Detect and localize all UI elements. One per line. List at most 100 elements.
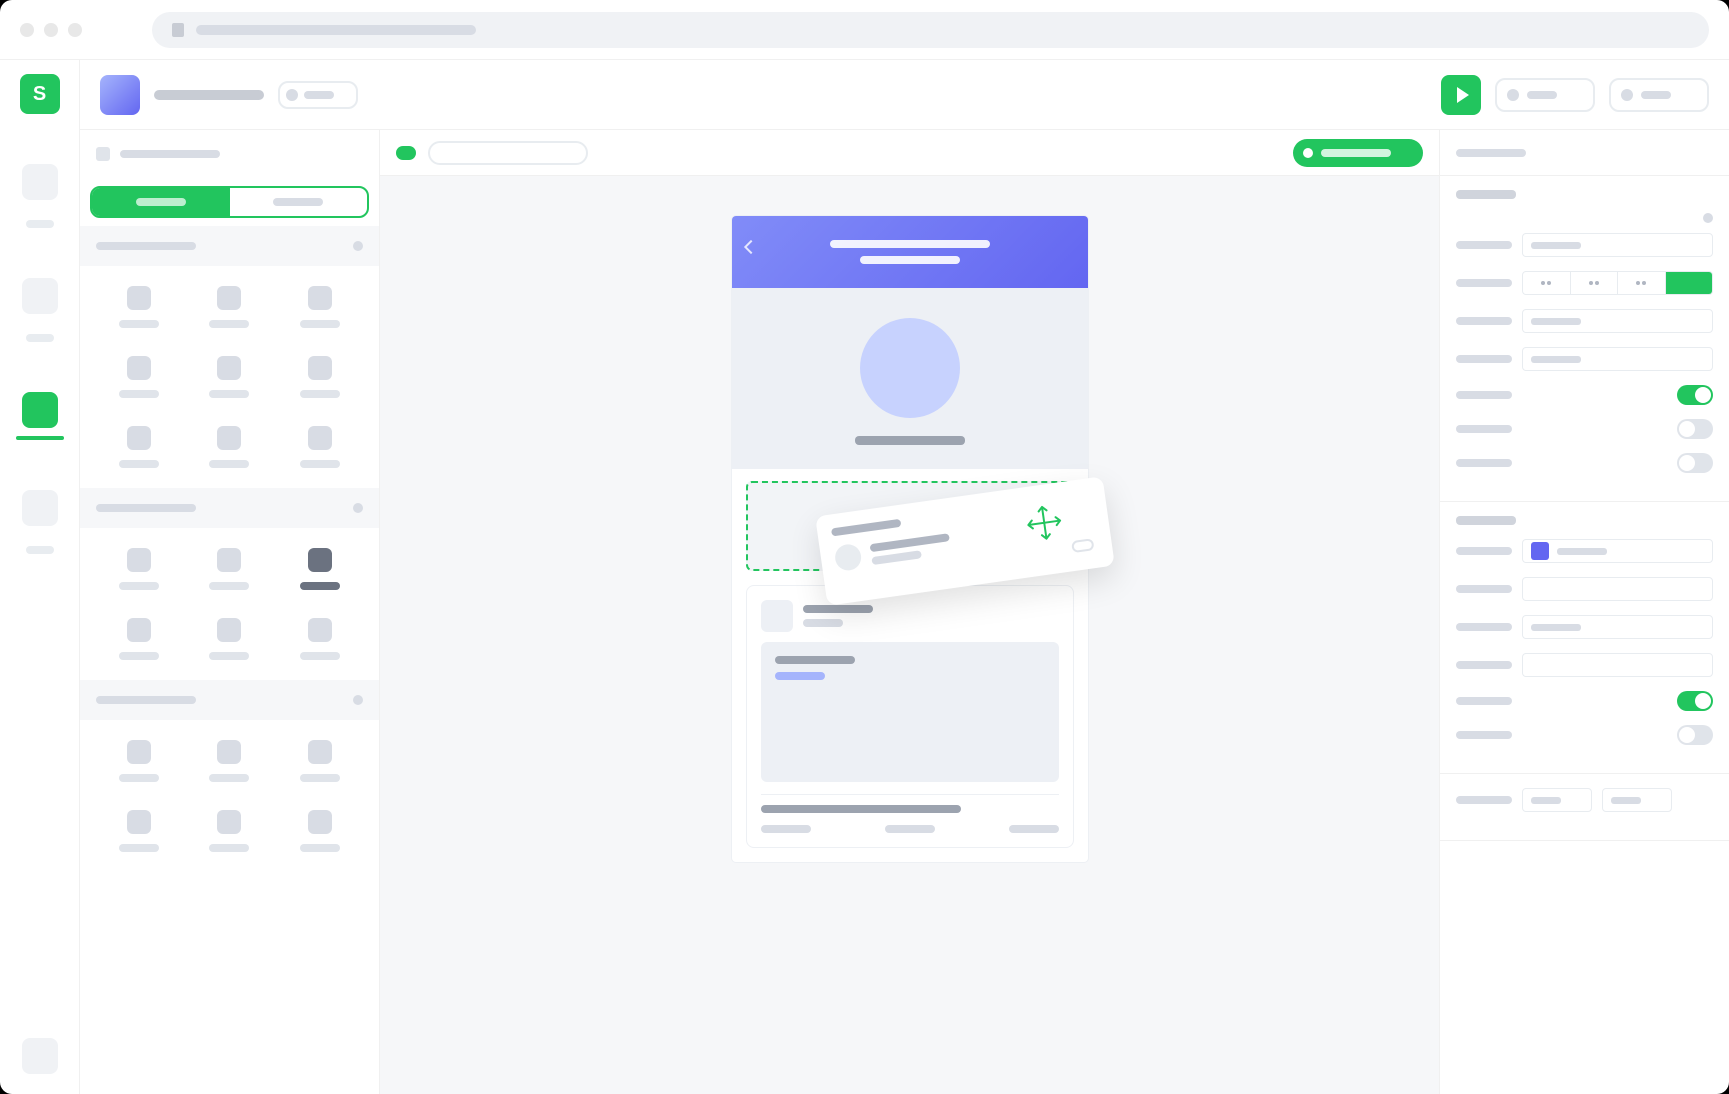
card-body [761,642,1059,782]
header-title [830,240,990,248]
component-item[interactable] [194,426,264,468]
properties-panel [1439,130,1729,1094]
rail-active-indicator [16,436,64,440]
component-item[interactable] [104,356,174,398]
rail-label-1 [26,220,54,228]
close-dot[interactable] [20,23,34,37]
alignment-control[interactable] [1522,271,1713,295]
rail-item-3-active[interactable] [22,392,58,428]
rail-item-4[interactable] [22,490,58,526]
project-name [154,90,264,100]
url-bar[interactable] [152,12,1709,48]
card-icon [761,600,793,632]
panel-header [80,130,379,178]
list-card [746,585,1074,848]
tab-2[interactable] [230,188,368,216]
section-head-3[interactable] [80,680,379,720]
component-item[interactable] [285,740,355,782]
size-input[interactable] [1602,788,1672,812]
tab-1[interactable] [92,188,230,216]
properties-header [1440,130,1729,176]
panel-tabs [90,186,369,218]
component-item[interactable] [194,810,264,852]
section-title [1456,190,1516,199]
component-item[interactable] [104,740,174,782]
component-grid-1 [80,266,379,488]
back-icon [743,240,757,254]
toggle-icon [1071,538,1094,553]
canvas [380,130,1439,1094]
rail-label-2 [26,334,54,342]
component-item[interactable] [285,286,355,328]
app-window: S [0,0,1729,1094]
url-text [196,25,476,35]
lock-icon [172,23,184,37]
section-head-2[interactable] [80,488,379,528]
toggle-switch[interactable] [1677,725,1713,745]
toggle-switch[interactable] [1677,691,1713,711]
component-item[interactable] [194,740,264,782]
rail-label-4 [26,546,54,554]
rail-item-1[interactable] [22,164,58,200]
preview-button[interactable] [1293,139,1423,167]
component-item-selected[interactable] [285,548,355,590]
move-icon [1022,500,1067,545]
rail-item-bottom[interactable] [22,1038,58,1074]
component-item[interactable] [104,618,174,660]
card-footer [761,813,1059,833]
profile-section [732,288,1088,469]
header-subtitle [860,256,960,264]
nav-rail: S [0,60,80,1094]
toggle-switch[interactable] [1677,385,1713,405]
component-item[interactable] [194,286,264,328]
phone-header [732,216,1088,288]
component-grid-2 [80,528,379,680]
component-item[interactable] [104,810,174,852]
component-item[interactable] [104,426,174,468]
component-item[interactable] [285,426,355,468]
minimize-dot[interactable] [44,23,58,37]
profile-name [855,436,965,445]
component-panel [80,130,380,1094]
app-logo[interactable]: S [20,74,60,114]
size-input[interactable] [1522,788,1592,812]
component-item[interactable] [104,286,174,328]
canvas-toolbar [380,130,1439,176]
toggle-switch[interactable] [1677,419,1713,439]
property-input[interactable] [1522,653,1713,677]
item-avatar-icon [833,543,862,572]
component-item[interactable] [285,810,355,852]
component-item[interactable] [104,548,174,590]
property-input[interactable] [1522,233,1713,257]
mode-toggle[interactable] [278,81,358,109]
component-item[interactable] [285,356,355,398]
toolbar-button-2[interactable] [1609,78,1709,112]
color-swatch-icon [1531,542,1549,560]
play-icon [1457,87,1469,103]
canvas-stage[interactable] [380,176,1439,1094]
toolbar-button-1[interactable] [1495,78,1595,112]
section-title [1456,516,1516,525]
top-toolbar [80,60,1729,130]
avatar [860,318,960,418]
property-input[interactable] [1522,309,1713,333]
component-item[interactable] [194,356,264,398]
play-button[interactable] [1441,75,1481,115]
property-input[interactable] [1522,347,1713,371]
property-input[interactable] [1522,577,1713,601]
project-icon[interactable] [100,75,140,115]
status-indicator [396,146,416,160]
browser-chrome [0,0,1729,60]
toggle-switch[interactable] [1677,453,1713,473]
color-input[interactable] [1522,539,1713,563]
component-item[interactable] [285,618,355,660]
rail-item-2[interactable] [22,278,58,314]
maximize-dot[interactable] [68,23,82,37]
screen-selector[interactable] [428,141,588,165]
component-grid-3 [80,720,379,872]
traffic-lights [20,23,82,37]
component-item[interactable] [194,548,264,590]
section-head-1[interactable] [80,226,379,266]
property-input[interactable] [1522,615,1713,639]
component-item[interactable] [194,618,264,660]
